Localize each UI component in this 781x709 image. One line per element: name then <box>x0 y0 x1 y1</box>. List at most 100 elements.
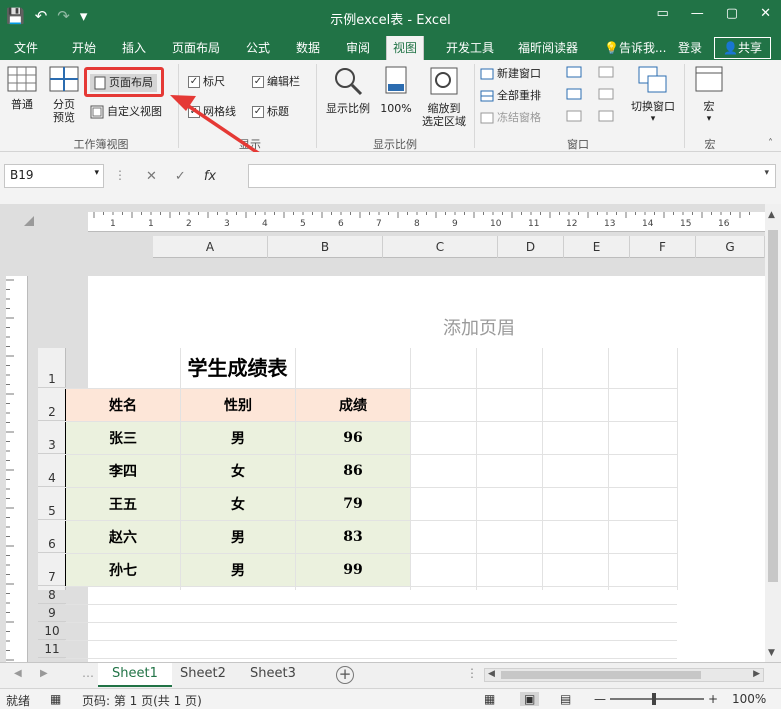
ruler-number: 4 <box>262 219 268 229</box>
ruler-number: 10 <box>490 219 502 229</box>
scroll-right-icon[interactable]: ▶ <box>753 669 760 679</box>
formula-input[interactable]: ▾ <box>248 164 776 188</box>
row-header-2[interactable]: 2 <box>38 388 66 421</box>
add-sheet-icon[interactable]: + <box>336 666 354 684</box>
column-header-e[interactable]: E <box>564 236 630 258</box>
row-header-7[interactable]: 7 <box>38 553 66 586</box>
insert-function-icon[interactable]: fx <box>204 169 216 184</box>
gridline <box>65 604 677 605</box>
row-header-5[interactable]: 5 <box>38 487 66 520</box>
horizontal-scrollbar[interactable]: ◀ ▶ <box>484 668 764 682</box>
enter-icon[interactable]: ✓ <box>175 169 186 184</box>
ruler-number: 7 <box>376 219 382 229</box>
scroll-left-icon[interactable]: ◀ <box>488 669 495 679</box>
table-cell[interactable]: 赵六 <box>65 520 181 554</box>
scroll-down-icon[interactable]: ▼ <box>768 648 775 658</box>
gridline <box>65 640 677 641</box>
column-header-d[interactable]: D <box>498 236 564 258</box>
name-box[interactable]: B19 ▾ <box>4 164 104 188</box>
status-ready: 就绪 <box>6 694 31 708</box>
add-header-placeholder[interactable]: 添加页眉 <box>443 314 515 340</box>
vertical-scrollbar[interactable]: ▲ ▼ <box>765 204 781 662</box>
table-cell[interactable]: 男 <box>180 553 296 587</box>
column-header-b[interactable]: B <box>268 236 383 258</box>
ruler-number: 2 <box>186 219 192 229</box>
gridline <box>65 487 677 488</box>
normal-view-status-icon[interactable]: ▦ <box>484 692 495 706</box>
cell-grid[interactable]: 学生成绩表 姓名 性别 成绩 张三 男 96 李四 女 86 王五 女 79 赵… <box>65 348 678 659</box>
drag-handle-icon[interactable]: ⋮ <box>466 666 478 680</box>
column-header-a[interactable]: A <box>153 236 268 258</box>
row-header-3[interactable]: 3 <box>38 421 66 454</box>
table-cell[interactable]: 99 <box>295 553 411 587</box>
table-row: 李四 女 86 <box>65 454 411 488</box>
ruler-number: 15 <box>680 219 691 229</box>
horizontal-scroll-thumb[interactable] <box>501 671 701 679</box>
zoom-out-icon[interactable]: — <box>594 692 606 706</box>
zoom-level[interactable]: 100% <box>732 692 766 706</box>
page-break-status-icon[interactable]: ▤ <box>560 692 571 706</box>
ruler-number: 11 <box>528 219 539 229</box>
row-header-1[interactable]: 1 <box>38 348 66 388</box>
table-cell[interactable]: 女 <box>180 487 296 521</box>
table-cell[interactable]: 女 <box>180 454 296 488</box>
table-cell[interactable]: 李四 <box>65 454 181 488</box>
column-header-f[interactable]: F <box>630 236 696 258</box>
table-cell[interactable]: 79 <box>295 487 411 521</box>
table-cell[interactable]: 王五 <box>65 487 181 521</box>
column-header-c[interactable]: C <box>383 236 498 258</box>
table-cell[interactable]: 孙七 <box>65 553 181 587</box>
column-header-g[interactable]: G <box>696 236 765 258</box>
ruler-number: 8 <box>414 219 420 229</box>
row-header-10[interactable]: 10 <box>38 622 66 640</box>
ruler-number: 9 <box>452 219 458 229</box>
table-cell[interactable]: 张三 <box>65 421 181 455</box>
more-sheets-icon[interactable]: … <box>82 666 94 680</box>
sheet-tab-sheet1[interactable]: Sheet1 <box>98 663 172 687</box>
macro-record-icon[interactable]: ▦ <box>50 692 61 706</box>
zoom-in-icon[interactable]: + <box>708 692 718 706</box>
ruler-number: 16 <box>718 219 730 229</box>
gridline <box>65 454 677 455</box>
page-layout-status-icon[interactable]: ▣ <box>520 692 540 706</box>
row-header-11[interactable]: 11 <box>38 640 66 658</box>
select-all-corner[interactable] <box>24 216 34 226</box>
zoom-slider[interactable] <box>610 693 704 705</box>
ruler-number: 13 <box>604 219 615 229</box>
formula-bar: B19 ▾ ⋮ ✕ ✓ fx ▾ <box>0 152 781 204</box>
row-header-6[interactable]: 6 <box>38 520 66 553</box>
table-cell[interactable]: 男 <box>180 421 296 455</box>
sheet-tab-sheet3[interactable]: Sheet3 <box>236 663 310 687</box>
gridline <box>65 658 677 659</box>
table-header-cell[interactable]: 成绩 <box>295 388 411 422</box>
sheet-tab-sheet2[interactable]: Sheet2 <box>166 663 240 687</box>
row-headers: 1 2 3 4 5 6 7 8 9 10 11 <box>38 348 66 658</box>
next-sheet-icon[interactable]: ▶ <box>40 668 48 679</box>
table-cell[interactable]: 83 <box>295 520 411 554</box>
cancel-icon[interactable]: ✕ <box>146 169 157 184</box>
table-row: 孙七 男 99 <box>65 553 411 587</box>
ruler-number: 6 <box>338 219 344 229</box>
table-cell[interactable]: 96 <box>295 421 411 455</box>
gridline <box>65 553 677 554</box>
row-header-4[interactable]: 4 <box>38 454 66 487</box>
zoom-slider-thumb[interactable] <box>652 693 656 705</box>
vertical-ruler <box>6 276 28 662</box>
scroll-up-icon[interactable]: ▲ <box>768 210 775 220</box>
table-header-cell[interactable]: 性别 <box>180 388 296 422</box>
table-cell[interactable]: 86 <box>295 454 411 488</box>
vertical-scroll-thumb[interactable] <box>768 230 778 582</box>
gridline <box>677 348 678 590</box>
horizontal-ruler: 1 1 2 3 4 5 6 7 8 9 10 11 12 13 14 15 16 <box>88 212 765 232</box>
sheet-title[interactable]: 学生成绩表 <box>65 352 410 381</box>
table-cell[interactable]: 男 <box>180 520 296 554</box>
chevron-down-icon: ▾ <box>94 168 99 178</box>
ruler-number: 1 <box>148 219 154 229</box>
ruler-number: 5 <box>300 219 306 229</box>
chevron-down-icon: ▾ <box>764 168 769 178</box>
row-header-8[interactable]: 8 <box>38 586 66 604</box>
row-header-9[interactable]: 9 <box>38 604 66 622</box>
table-header-cell[interactable]: 姓名 <box>65 388 181 422</box>
prev-sheet-icon[interactable]: ◀ <box>14 668 22 679</box>
drag-handle-icon[interactable]: ⋮ <box>114 168 126 182</box>
